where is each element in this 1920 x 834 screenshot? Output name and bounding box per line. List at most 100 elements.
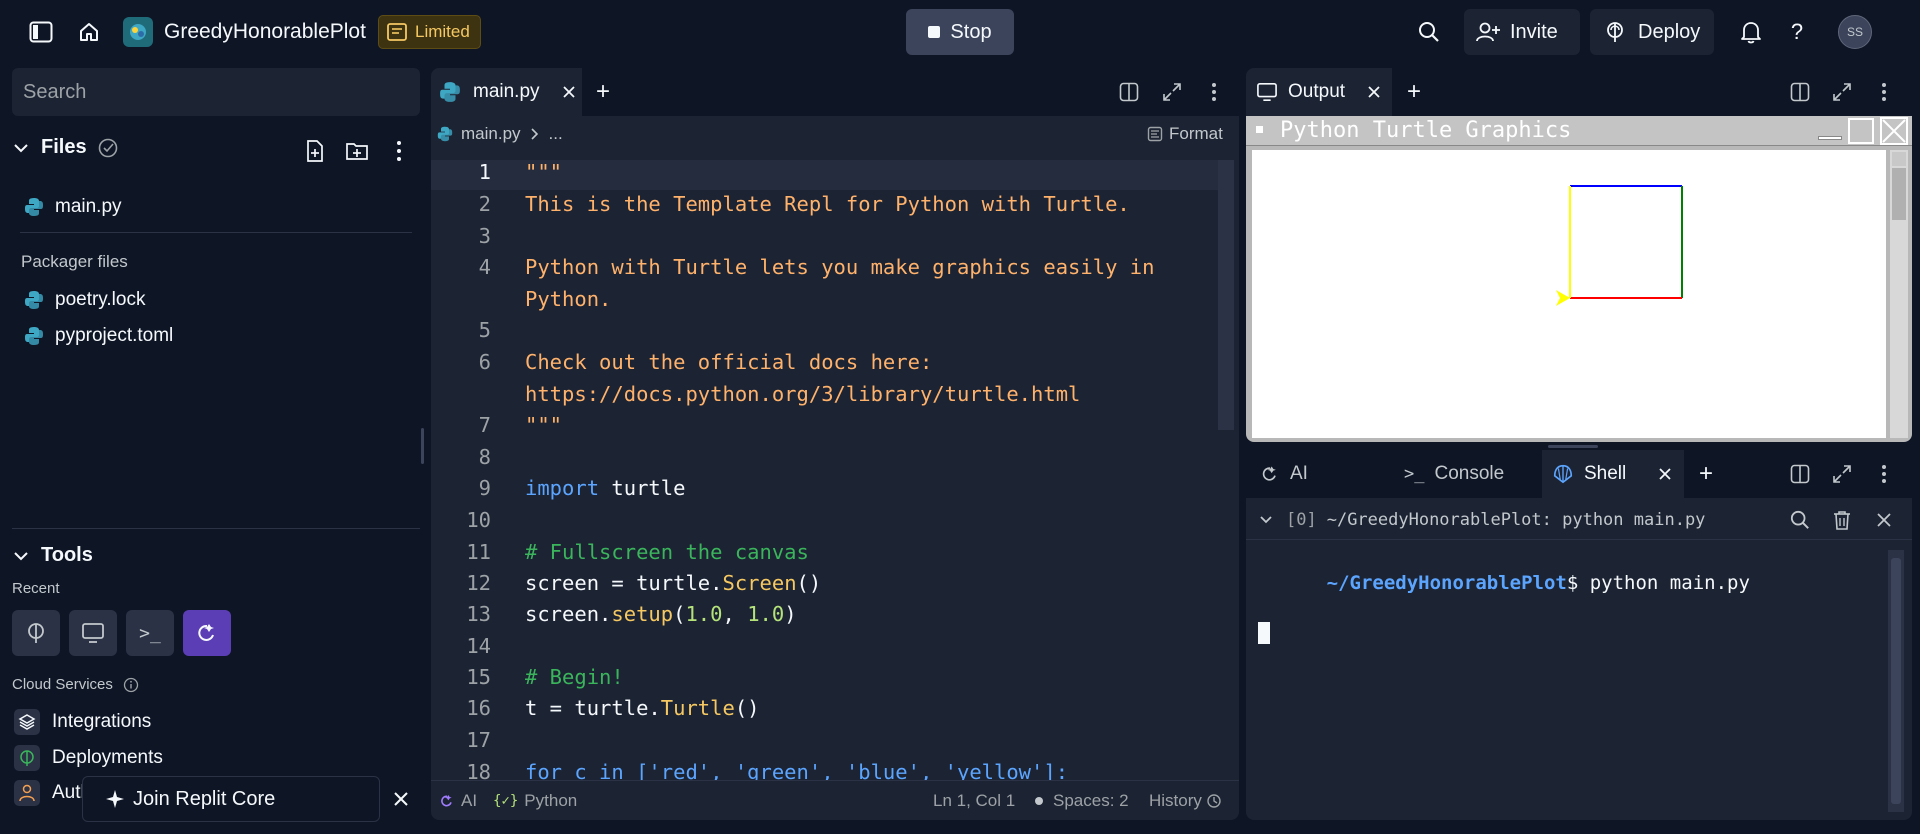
help-button[interactable]: ? — [1782, 17, 1812, 47]
breadcrumb-more[interactable]: ... — [549, 124, 563, 144]
info-icon[interactable] — [123, 677, 139, 693]
recent-tool-ai[interactable] — [183, 610, 231, 656]
check-circle-icon — [98, 138, 117, 157]
join-core-banner[interactable]: Join Replit Core — [82, 776, 380, 822]
invite-button[interactable]: Invite — [1464, 9, 1580, 55]
status-history[interactable]: History — [1149, 791, 1222, 811]
split-pane-button[interactable] — [1115, 78, 1143, 106]
line-number-text: 9 — [478, 476, 491, 500]
output-more-button[interactable] — [1870, 78, 1898, 106]
deploy-icon — [28, 623, 44, 643]
line-number: 2 — [431, 192, 491, 223]
monitor-icon — [82, 623, 104, 643]
deploy-icon — [14, 745, 40, 771]
window-menu-icon[interactable] — [1256, 126, 1263, 133]
tools-header[interactable]: Tools — [12, 544, 93, 567]
shell-more-button[interactable] — [1870, 460, 1898, 488]
scroll-thumb[interactable] — [1891, 558, 1901, 804]
breadcrumb-file[interactable]: main.py — [461, 124, 521, 144]
more-vertical-icon — [1882, 83, 1886, 101]
file-name: main.py — [55, 196, 122, 217]
shell-output[interactable]: ~/GreedyHonorablePlot$ python main.py — [1258, 550, 1878, 810]
editor-more-button[interactable] — [1200, 78, 1228, 106]
shell-close-button[interactable] — [1870, 506, 1898, 534]
search-button[interactable] — [1414, 17, 1444, 47]
code-text: https://docs.python.org/3/library/turtle… — [525, 382, 1081, 406]
notifications-button[interactable] — [1736, 17, 1766, 47]
new-tab-button[interactable]: + — [1400, 78, 1428, 106]
maximize-button[interactable] — [1828, 78, 1856, 106]
cloud-item-deployments[interactable]: Deployments — [14, 742, 163, 774]
new-tab-button[interactable]: + — [1692, 460, 1720, 488]
tools-heading: Tools — [41, 544, 93, 566]
line-number-text: 11 — [466, 540, 491, 564]
status-spaces[interactable]: Spaces: 2 — [1035, 791, 1129, 811]
output-tab[interactable]: Output — [1246, 68, 1392, 116]
maximize-button[interactable] — [1158, 78, 1186, 106]
sidebar-divider — [20, 232, 412, 233]
recent-tool-deploy[interactable] — [12, 610, 60, 656]
line-number-text: 18 — [466, 760, 491, 780]
home-icon — [80, 23, 98, 41]
tab-ai[interactable]: AI — [1246, 450, 1391, 498]
line-number-text: 4 — [478, 255, 491, 279]
recent-tool-console[interactable]: >_ — [126, 610, 174, 656]
close-icon[interactable] — [1658, 467, 1672, 481]
code-text: """ — [525, 413, 563, 437]
line-number: 18 — [431, 760, 491, 780]
turtle-scrollbar[interactable] — [1890, 150, 1908, 438]
sidebar-resize-handle[interactable] — [421, 428, 424, 464]
new-tab-button[interactable]: + — [589, 78, 617, 106]
stop-button[interactable]: Stop — [906, 9, 1014, 55]
panel-resize-handle[interactable] — [1548, 445, 1598, 448]
shell-scrollbar[interactable] — [1888, 550, 1904, 812]
tab-shell[interactable]: Shell — [1542, 450, 1684, 498]
sidebar: Search Files main.py Packager files poet… — [0, 64, 424, 834]
files-header[interactable]: Files — [12, 136, 119, 159]
search-icon — [1790, 510, 1809, 529]
status-position[interactable]: Ln 1, Col 1 — [933, 791, 1015, 811]
shell-search-button[interactable] — [1786, 506, 1814, 534]
split-pane-button[interactable] — [1786, 460, 1814, 488]
home-button[interactable] — [74, 17, 104, 47]
new-folder-icon — [346, 143, 368, 160]
shell-clear-button[interactable] — [1828, 506, 1856, 534]
close-icon[interactable] — [1880, 117, 1908, 145]
close-icon — [1877, 513, 1891, 527]
close-icon[interactable] — [1367, 85, 1381, 99]
maximize-icon[interactable] — [1848, 118, 1874, 144]
repl-name[interactable]: GreedyHonorablePlot — [164, 20, 366, 44]
close-banner-button[interactable] — [386, 784, 416, 814]
file-item-poetry-lock[interactable]: poetry.lock — [24, 284, 145, 316]
editor-tab-main-py[interactable]: main.py — [431, 68, 582, 116]
code-area[interactable]: 1 2 3 4 5 6 7 8 9 10 11 12 13 14 15 16 17 18 """ This is … — [431, 160, 1221, 780]
sidebar-toggle-button[interactable] — [26, 18, 56, 46]
turtle-cursor-icon — [1556, 290, 1570, 306]
recent-tool-output[interactable] — [69, 610, 117, 656]
files-more-button[interactable] — [384, 136, 414, 166]
close-icon[interactable] — [562, 85, 576, 99]
scroll-up-icon[interactable] — [1892, 152, 1906, 166]
file-item-pyproject-toml[interactable]: pyproject.toml — [24, 320, 173, 352]
turtle-canvas[interactable] — [1252, 150, 1886, 438]
cloud-item-integrations[interactable]: Integrations — [14, 706, 151, 738]
split-pane-button[interactable] — [1786, 78, 1814, 106]
new-folder-button[interactable] — [342, 136, 372, 166]
search-input[interactable]: Search — [12, 68, 420, 116]
file-item-main-py[interactable]: main.py — [24, 191, 122, 223]
new-file-button[interactable] — [300, 136, 330, 166]
tab-console[interactable]: >_ Console — [1394, 450, 1538, 498]
monitor-icon — [1257, 83, 1277, 101]
avatar[interactable]: SS — [1838, 15, 1872, 49]
format-button[interactable]: Format — [1147, 124, 1223, 144]
status-ai[interactable]: AI — [439, 791, 477, 811]
line-number: 7 — [431, 413, 491, 444]
deploy-button[interactable]: Deploy — [1590, 9, 1714, 55]
maximize-button[interactable] — [1828, 460, 1856, 488]
limited-badge[interactable]: Limited — [378, 15, 481, 49]
status-language[interactable]: {✓} Python — [493, 791, 577, 811]
python-file-icon — [25, 198, 43, 216]
editor-scrollbar[interactable] — [1218, 160, 1234, 430]
minimize-icon[interactable] — [1818, 136, 1842, 140]
scroll-thumb[interactable] — [1892, 168, 1906, 220]
